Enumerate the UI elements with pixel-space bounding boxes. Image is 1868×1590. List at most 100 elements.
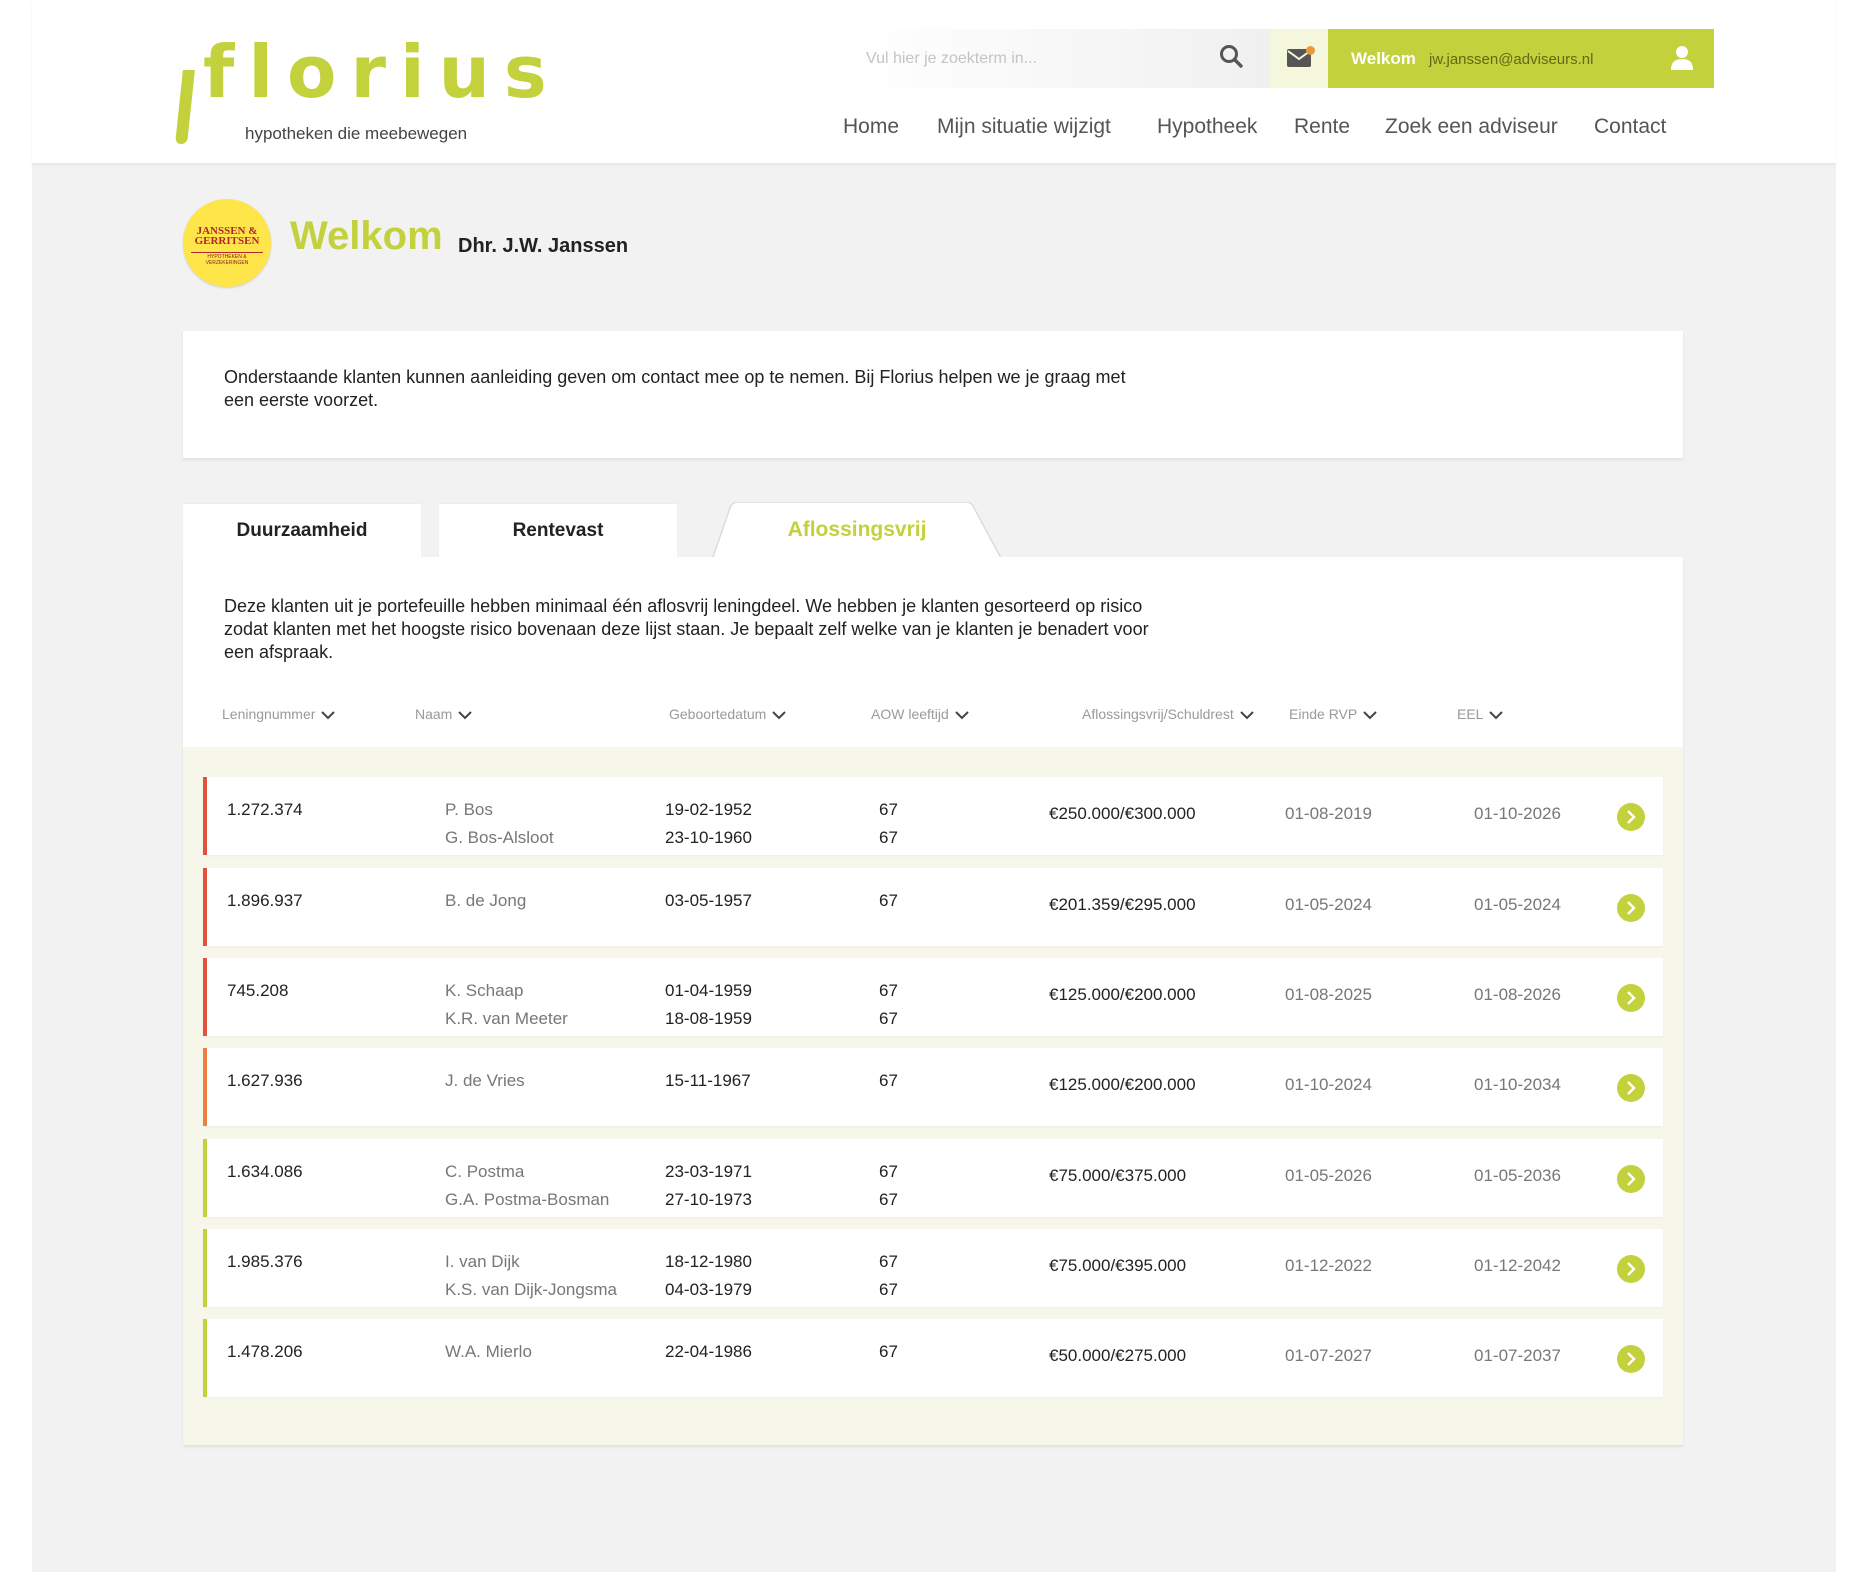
tab-aflossingsvrij[interactable]: Aflossingsvrij <box>712 502 1002 560</box>
open-client-button[interactable] <box>1617 1165 1645 1193</box>
intro-card: Onderstaande klanten kunnen aanleiding g… <box>183 331 1683 458</box>
search-icon <box>1220 45 1243 68</box>
sort-geboortedatum[interactable]: Geboortedatum <box>669 706 787 722</box>
user-account-bar[interactable]: Welkom jw.janssen@adviseurs.nl <box>1328 29 1714 88</box>
aow-ages: 67 67 <box>879 796 898 852</box>
birth-date: 03-05-1957 <box>665 891 752 910</box>
chevron-right-icon <box>1627 1081 1636 1095</box>
end-rvp-date: 01-08-2019 <box>1285 804 1372 823</box>
birth-dates: 19-02-1952 23-10-1960 <box>665 796 752 852</box>
open-client-button[interactable] <box>1617 803 1645 831</box>
table-row[interactable]: 1.627.936 J. de Vries 15-11-1967 67 €125.000… <box>203 1048 1663 1126</box>
client-name: K. Schaap <box>445 981 524 1000</box>
logo-wordmark: florius <box>203 30 561 114</box>
aow-ages: 67 <box>879 887 898 915</box>
aow-age: 67 <box>879 1162 898 1181</box>
client-names: I. van Dijk K.S. van Dijk-Jongsma <box>445 1248 617 1304</box>
chevron-down-icon <box>1240 711 1254 720</box>
table-row[interactable]: 745.208 K. Schaap K.R. van Meeter 01-04-195… <box>203 958 1663 1036</box>
amount-interest-only-remaining: €250.000/€300.000 <box>1049 804 1196 823</box>
chevron-down-icon <box>321 711 336 720</box>
birth-date: 18-08-1959 <box>665 1009 752 1028</box>
table-row[interactable]: 1.478.206 W.A. Mierlo 22-04-1986 67 €50.000/… <box>203 1319 1663 1397</box>
aow-age: 67 <box>879 1009 898 1028</box>
page-frame: florius hypotheken die meebewegen Welkom… <box>32 0 1836 1572</box>
birth-date: 22-04-1986 <box>665 1342 752 1361</box>
open-client-button[interactable] <box>1617 1074 1645 1102</box>
client-names: C. Postma G.A. Postma-Bosman <box>445 1158 609 1214</box>
table-row[interactable]: 1.634.086 C. Postma G.A. Postma-Bosman 23-0… <box>203 1139 1663 1217</box>
loan-number: 1.985.376 <box>227 1252 303 1271</box>
birth-date: 27-10-1973 <box>665 1190 752 1209</box>
chevron-down-icon <box>955 711 969 720</box>
client-names: W.A. Mierlo <box>445 1338 532 1366</box>
messages-button[interactable] <box>1270 29 1328 88</box>
aow-age: 67 <box>879 800 898 819</box>
search-button[interactable] <box>1218 43 1250 75</box>
end-rvp-date: 01-08-2025 <box>1285 985 1372 1004</box>
amount-interest-only-remaining: €125.000/€200.000 <box>1049 985 1196 1004</box>
chevron-right-icon <box>1627 810 1636 824</box>
sort-aflossingsvrij-schuldrest[interactable]: Aflossingsvrij/Schuldrest <box>1082 706 1254 722</box>
birth-date: 04-03-1979 <box>665 1280 752 1299</box>
open-client-button[interactable] <box>1617 1345 1645 1373</box>
notification-dot <box>1306 46 1315 55</box>
chevron-down-icon <box>1363 711 1377 720</box>
nav-contact[interactable]: Contact <box>1594 115 1666 139</box>
end-rvp-date: 01-10-2024 <box>1285 1075 1372 1094</box>
birth-date: 15-11-1967 <box>665 1071 751 1090</box>
eel-date: 01-05-2024 <box>1474 895 1561 914</box>
panel-description: Deze klanten uit je portefeuille hebben … <box>224 596 1149 662</box>
open-client-button[interactable] <box>1617 1255 1645 1283</box>
eel-date: 01-10-2034 <box>1474 1075 1561 1094</box>
birth-dates: 22-04-1986 <box>665 1338 752 1366</box>
amount-interest-only-remaining: €75.000/€375.000 <box>1049 1166 1187 1185</box>
sort-naam[interactable]: Naam <box>415 706 473 722</box>
panel-header: Deze klanten uit je portefeuille hebben … <box>183 557 1683 747</box>
client-names: P. Bos G. Bos-Alsloot <box>445 796 554 852</box>
amount-interest-only-remaining: €201.359/€295.000 <box>1049 895 1196 914</box>
birth-dates: 18-12-1980 04-03-1979 <box>665 1248 752 1304</box>
sort-aow-leeftijd[interactable]: AOW leeftijd <box>871 706 969 722</box>
tab-rentevast[interactable]: Rentevast <box>439 504 677 557</box>
sort-leningnummer[interactable]: Leningnummer <box>222 706 336 722</box>
sort-einde-rvp[interactable]: Einde RVP <box>1289 706 1377 722</box>
client-name: C. Postma <box>445 1162 525 1181</box>
search-input[interactable] <box>866 29 1186 88</box>
table-row[interactable]: 1.896.937 B. de Jong 03-05-1957 67 €201.359/… <box>203 868 1663 946</box>
open-client-button[interactable] <box>1617 894 1645 922</box>
aow-ages: 67 67 <box>879 1248 898 1304</box>
loan-number: 745.208 <box>227 981 289 1000</box>
user-icon <box>1671 46 1693 70</box>
loan-number: 1.896.937 <box>227 891 303 910</box>
birth-date: 23-10-1960 <box>665 828 752 847</box>
client-name: P. Bos <box>445 800 493 819</box>
table-row[interactable]: 1.985.376 I. van Dijk K.S. van Dijk-Jongsm… <box>203 1229 1663 1307</box>
nav-hypotheek[interactable]: Hypotheek <box>1157 115 1257 139</box>
client-names: K. Schaap K.R. van Meeter <box>445 977 568 1033</box>
nav-zoek-een-adviseur[interactable]: Zoek een adviseur <box>1385 115 1558 139</box>
client-name: G. Bos-Alsloot <box>445 828 554 847</box>
sort-eel[interactable]: EEL <box>1457 706 1504 722</box>
client-names: B. de Jong <box>445 887 526 915</box>
end-rvp-date: 01-05-2026 <box>1285 1166 1372 1185</box>
end-rvp-date: 01-05-2024 <box>1285 895 1372 914</box>
loan-number: 1.627.936 <box>227 1071 303 1090</box>
tab-duurzaamheid[interactable]: Duurzaamheid <box>183 504 421 557</box>
table-row[interactable]: 1.272.374 P. Bos G. Bos-Alsloot 19-02-1952 2… <box>203 777 1663 855</box>
eel-date: 01-08-2026 <box>1474 985 1561 1004</box>
nav-rente[interactable]: Rente <box>1294 115 1350 139</box>
amount-interest-only-remaining: €125.000/€200.000 <box>1049 1075 1196 1094</box>
chevron-right-icon <box>1627 1352 1636 1366</box>
nav-mijn-situatie-wijzigt[interactable]: Mijn situatie wijzigt <box>937 115 1111 139</box>
eel-date: 01-12-2042 <box>1474 1256 1561 1275</box>
open-client-button[interactable] <box>1617 984 1645 1012</box>
eel-date: 01-10-2026 <box>1474 804 1561 823</box>
aow-ages: 67 <box>879 1067 898 1095</box>
birth-dates: 23-03-1971 27-10-1973 <box>665 1158 752 1214</box>
chevron-down-icon <box>772 711 787 720</box>
nav-home[interactable]: Home <box>843 115 899 139</box>
end-rvp-date: 01-12-2022 <box>1285 1256 1372 1275</box>
main-nav: Home Mijn situatie wijzigt Hypotheek Ren… <box>32 115 1836 145</box>
client-name: G.A. Postma-Bosman <box>445 1190 610 1209</box>
